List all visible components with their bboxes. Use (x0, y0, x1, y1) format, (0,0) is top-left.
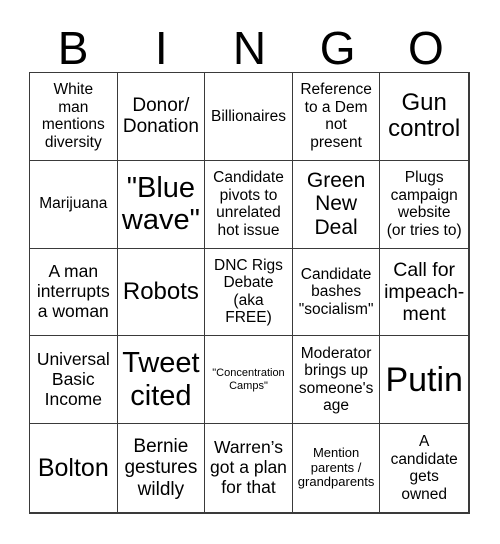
bingo-cell[interactable]: A man interrupts a woman (30, 248, 118, 337)
bingo-cell[interactable]: Putin (380, 336, 468, 425)
cell-text: Call for impeach- ment (384, 258, 465, 325)
cell-text: Candidate pivots to unrelated hot issue (213, 169, 284, 239)
cell-text: Bernie gestures wildly (124, 435, 198, 500)
cell-text: Warren’s got a plan for that (210, 437, 287, 497)
bingo-cell[interactable]: A candidate gets owned (380, 424, 468, 512)
cell-text: Mention parents / grandparents (297, 445, 375, 490)
bingo-cell[interactable]: Green New Deal (292, 160, 381, 249)
bingo-cell[interactable]: Tweet cited (117, 336, 206, 425)
header-letter-g: G (319, 22, 356, 74)
cell-text: Universal Basic Income (36, 349, 110, 409)
cell-text: Robots (122, 277, 199, 305)
bingo-cell[interactable]: Robots (117, 248, 206, 337)
cell-text: Candidate bashes "socialism" (298, 265, 374, 318)
header-letter-n: N (232, 22, 267, 74)
cell-text: Marijuana (39, 195, 108, 213)
cell-text: Tweet cited (122, 347, 200, 412)
bingo-grid: White man mentions diversity Donor/ Dona… (29, 72, 470, 514)
bingo-cell[interactable]: Moderator brings up someone's age (292, 336, 381, 425)
bingo-cell[interactable]: Candidate pivots to unrelated hot issue (205, 160, 293, 249)
bingo-cell[interactable]: White man mentions diversity (30, 73, 118, 161)
cell-text: DNC Rigs Debate (aka FREE) (214, 256, 283, 327)
bingo-cell[interactable]: Mention parents / grandparents (293, 424, 381, 512)
cell-text: A candidate gets owned (390, 433, 458, 503)
cell-text: White man mentions diversity (41, 81, 105, 151)
cell-text: Bolton (37, 454, 109, 483)
cell-text: Green New Deal (306, 168, 366, 240)
bingo-cell[interactable]: Bolton (30, 424, 118, 512)
header-letter-b: B (57, 22, 89, 74)
bingo-cell[interactable]: Call for impeach- ment (380, 249, 468, 337)
cell-text: "Blue wave" (121, 171, 200, 237)
header-letter-o: O (408, 22, 444, 74)
bingo-cell[interactable]: Plugs campaign website (or tries to) (380, 161, 468, 249)
bingo-cell[interactable]: DNC Rigs Debate (aka FREE) (205, 248, 293, 337)
bingo-cell[interactable]: Donor/ Donation (117, 73, 206, 161)
cell-text: Moderator brings up someone's age (298, 344, 374, 415)
header-letter-i: I (154, 22, 168, 74)
bingo-cell[interactable]: Marijuana (30, 160, 118, 249)
bingo-cell[interactable]: "Blue wave" (117, 160, 206, 249)
bingo-cell[interactable]: Universal Basic Income (30, 336, 118, 425)
cell-text: Gun control (388, 88, 461, 143)
bingo-cell[interactable]: Bernie gestures wildly (118, 424, 206, 512)
cell-text: Plugs campaign website (or tries to) (386, 169, 462, 239)
bingo-cell[interactable]: Candidate bashes "socialism" (292, 248, 381, 337)
cell-text: Billionaires (211, 107, 286, 125)
cell-text: "Concentration Camps" (212, 367, 285, 392)
cell-text: Reference to a Dem not present (300, 81, 372, 151)
cell-text: Donor/ Donation (122, 94, 199, 138)
bingo-cell[interactable]: Reference to a Dem not present (292, 73, 381, 161)
bingo-cell[interactable]: "Concentration Camps" (205, 336, 293, 425)
bingo-cell[interactable]: Gun control (380, 73, 468, 161)
bingo-cell[interactable]: Warren’s got a plan for that (205, 424, 293, 512)
cell-text: A man interrupts a woman (36, 261, 110, 321)
bingo-header: B I N G O (29, 24, 470, 72)
bingo-cell[interactable]: Billionaires (205, 73, 293, 161)
cell-text: Putin (385, 360, 463, 399)
